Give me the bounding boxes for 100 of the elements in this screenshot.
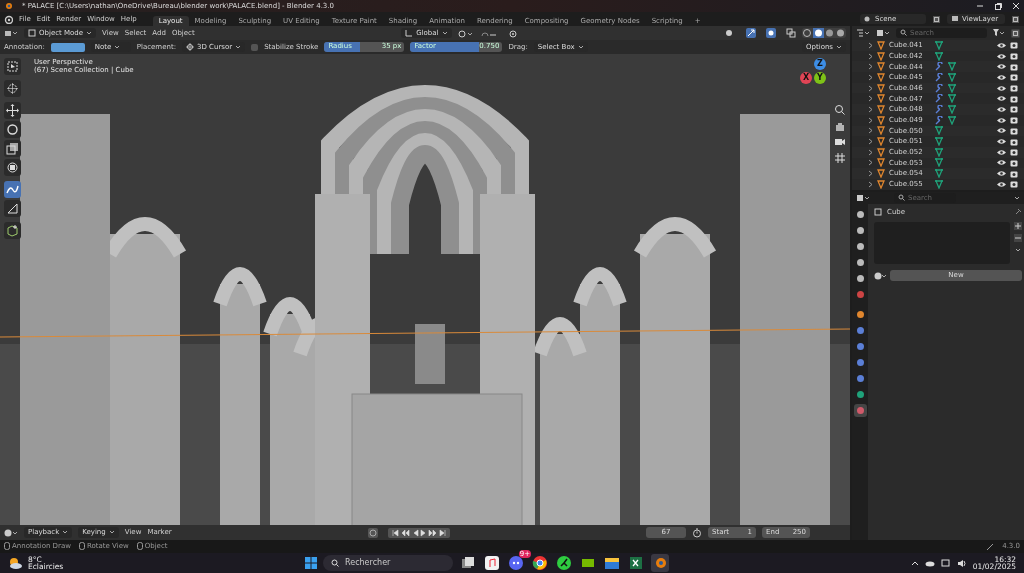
tool-button[interactable] bbox=[4, 159, 21, 176]
pivot-icon[interactable] bbox=[457, 28, 474, 38]
camera-icon[interactable] bbox=[1010, 105, 1018, 114]
restore-icon[interactable] bbox=[994, 2, 1002, 10]
scene-icon bbox=[864, 15, 872, 23]
transform-icon bbox=[6, 161, 19, 174]
eye-icon[interactable] bbox=[997, 138, 1006, 146]
music-app-icon[interactable] bbox=[484, 555, 501, 571]
eye-icon[interactable] bbox=[997, 105, 1006, 113]
tool-button[interactable] bbox=[4, 102, 21, 119]
camera-icon[interactable] bbox=[1010, 158, 1018, 167]
add-cube-icon bbox=[6, 224, 19, 237]
camera-icon[interactable] bbox=[1010, 169, 1018, 178]
spreadsheet-icon[interactable] bbox=[628, 555, 645, 571]
proportional-icon[interactable] bbox=[507, 28, 518, 38]
search-icon bbox=[900, 29, 907, 37]
tool-button[interactable] bbox=[4, 121, 21, 138]
editor-type-icon[interactable] bbox=[4, 528, 18, 537]
minus-icon[interactable] bbox=[1014, 234, 1022, 243]
camera-icon[interactable] bbox=[1010, 148, 1018, 157]
new-layer-icon[interactable] bbox=[1011, 14, 1020, 24]
material-browse-icon[interactable] bbox=[874, 271, 887, 280]
tool-button[interactable] bbox=[4, 140, 21, 157]
caret-icon bbox=[62, 529, 69, 536]
playback-controls-icon[interactable] bbox=[387, 527, 450, 538]
eye-icon[interactable] bbox=[997, 127, 1006, 135]
eye-icon[interactable] bbox=[997, 63, 1006, 71]
search-field[interactable]: Rechercher bbox=[323, 555, 454, 571]
blender-logo-icon[interactable] bbox=[4, 14, 13, 24]
camera-icon[interactable] bbox=[1010, 62, 1018, 71]
properties-tab[interactable] bbox=[853, 404, 867, 417]
speaker-icon[interactable] bbox=[956, 558, 967, 568]
xray-icon[interactable] bbox=[786, 28, 796, 38]
browser-icon[interactable] bbox=[532, 555, 549, 571]
camera-icon[interactable] bbox=[1010, 180, 1018, 189]
physics-icon bbox=[855, 358, 865, 367]
chevron-up-icon[interactable] bbox=[910, 559, 919, 567]
filter-icon[interactable] bbox=[993, 29, 1005, 37]
close-icon[interactable] bbox=[1012, 2, 1020, 10]
grid-icon[interactable] bbox=[834, 152, 846, 164]
pin-icon[interactable] bbox=[1014, 208, 1022, 217]
stopwatch-icon[interactable] bbox=[692, 527, 702, 538]
camera-icon[interactable] bbox=[1010, 94, 1018, 103]
tool-button[interactable] bbox=[4, 80, 21, 97]
eye-icon[interactable] bbox=[997, 180, 1006, 188]
stabilize-checkbox[interactable] bbox=[251, 43, 259, 51]
eye-icon[interactable] bbox=[997, 73, 1006, 81]
mesh-data-icon bbox=[855, 390, 865, 399]
camera-icon[interactable] bbox=[1010, 73, 1018, 82]
eye-icon[interactable] bbox=[997, 116, 1006, 124]
new-scene-icon[interactable] bbox=[932, 14, 941, 24]
start-icon[interactable] bbox=[305, 557, 318, 569]
chat-app-icon[interactable] bbox=[508, 555, 525, 571]
blender-logo-icon bbox=[4, 2, 12, 10]
eye-icon[interactable] bbox=[997, 52, 1006, 60]
editor-type-icon[interactable] bbox=[856, 29, 870, 37]
shading-modes-icon[interactable] bbox=[802, 28, 846, 38]
editor-type-icon[interactable] bbox=[856, 194, 870, 202]
tool-button[interactable] bbox=[4, 200, 21, 217]
launcher-app-icon[interactable] bbox=[556, 555, 573, 571]
camera-icon[interactable] bbox=[1010, 41, 1018, 50]
new-collection-icon[interactable] bbox=[1011, 28, 1020, 38]
scale-icon bbox=[6, 142, 19, 155]
camera-icon[interactable] bbox=[834, 136, 846, 148]
plus-icon[interactable] bbox=[1014, 222, 1022, 231]
rotate-icon bbox=[6, 123, 19, 136]
eye-icon[interactable] bbox=[997, 159, 1006, 167]
camera-icon[interactable] bbox=[1010, 52, 1018, 61]
editor-type-icon[interactable] bbox=[4, 29, 18, 37]
eye-icon[interactable] bbox=[997, 148, 1006, 156]
cloud-icon[interactable] bbox=[924, 559, 935, 567]
camera-icon[interactable] bbox=[1010, 126, 1018, 135]
caret-icon[interactable] bbox=[1014, 195, 1020, 201]
particles-icon bbox=[855, 342, 865, 351]
task-view-icon[interactable] bbox=[460, 555, 477, 571]
folder-icon[interactable] bbox=[604, 555, 621, 571]
view-layer-icon bbox=[855, 258, 865, 267]
eye-icon[interactable] bbox=[997, 41, 1006, 49]
camera-icon[interactable] bbox=[1010, 116, 1018, 125]
eye-icon[interactable] bbox=[997, 170, 1006, 178]
camera-icon[interactable] bbox=[1010, 84, 1018, 93]
eye-icon[interactable] bbox=[997, 95, 1006, 103]
display-mode-icon[interactable] bbox=[876, 29, 890, 37]
minimize-icon[interactable] bbox=[976, 2, 984, 10]
tool-button[interactable] bbox=[4, 181, 21, 198]
view-layer-icon bbox=[951, 15, 959, 23]
zoom-icon[interactable] bbox=[834, 104, 846, 116]
caret-icon bbox=[235, 44, 242, 50]
world-icon bbox=[855, 290, 865, 299]
tool-button[interactable] bbox=[4, 58, 21, 75]
caret-icon bbox=[836, 44, 842, 50]
eye-icon[interactable] bbox=[997, 84, 1006, 92]
scene-icon bbox=[855, 274, 865, 283]
annotation-color-swatch[interactable] bbox=[50, 42, 85, 52]
tool-button[interactable] bbox=[4, 222, 21, 239]
camera-icon[interactable] bbox=[1010, 137, 1018, 146]
network-icon[interactable] bbox=[940, 558, 951, 568]
cursor-icon bbox=[6, 82, 19, 95]
tool-icon bbox=[855, 210, 865, 219]
hand-icon[interactable] bbox=[834, 120, 846, 132]
